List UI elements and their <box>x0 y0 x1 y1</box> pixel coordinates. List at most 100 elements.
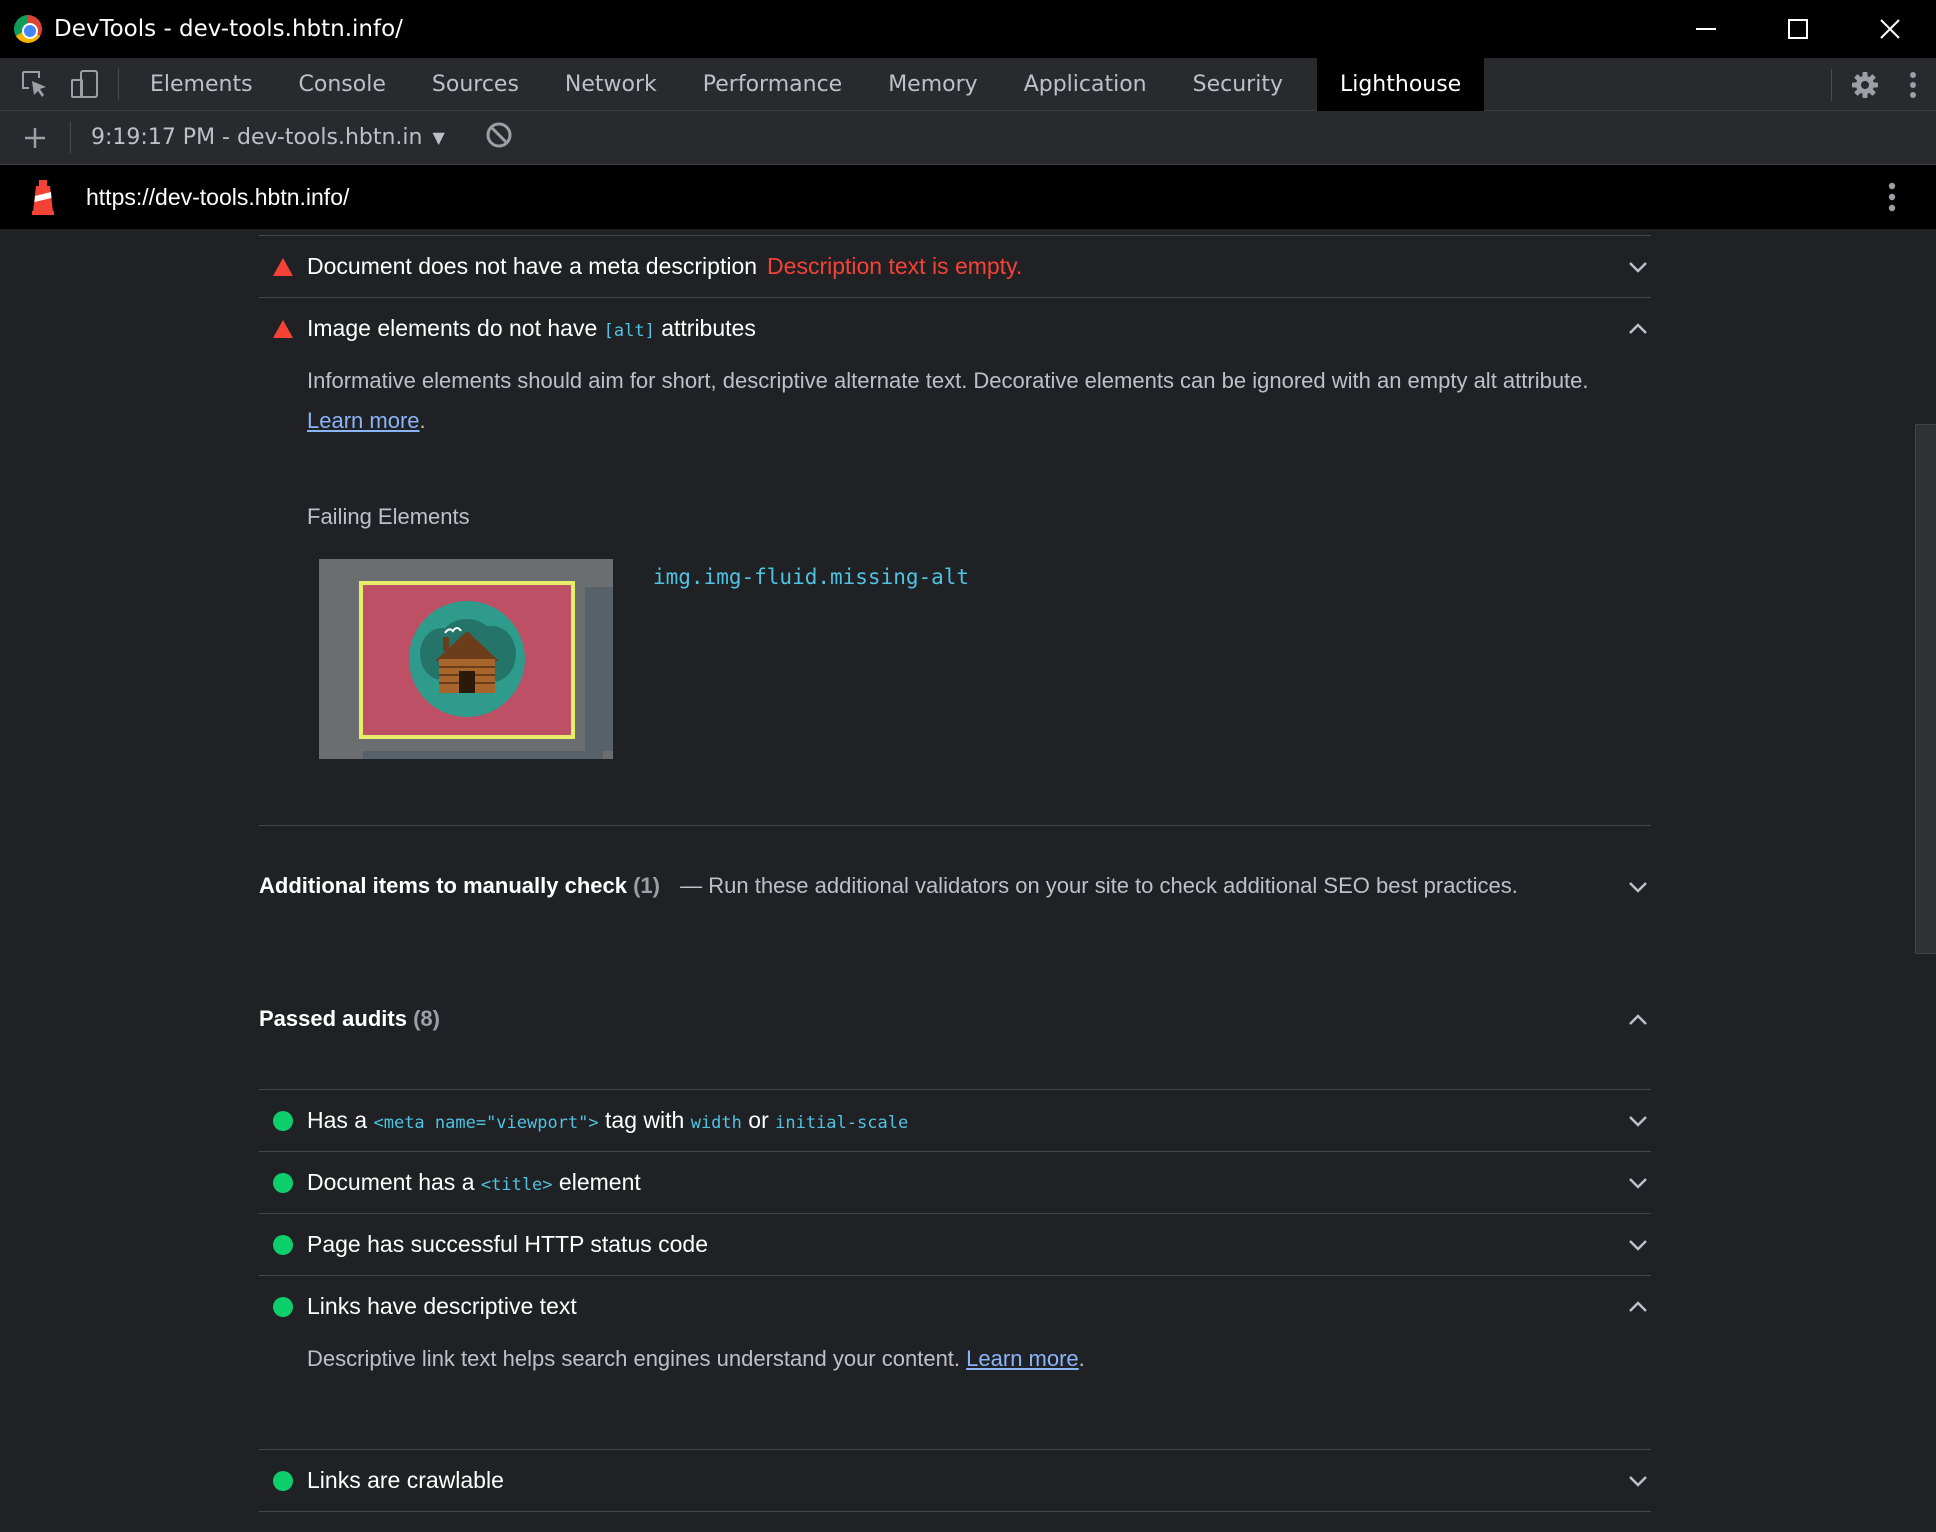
tab-network[interactable]: Network <box>542 58 680 111</box>
audit-title: Links are crawlable <box>307 1467 504 1493</box>
window-title: DevTools - dev-tools.hbtn.info/ <box>54 16 403 42</box>
audit-title: Page has successful HTTP status code <box>307 1231 708 1257</box>
collapse-toggle[interactable] <box>1625 1007 1651 1033</box>
settings-icon <box>1852 71 1878 98</box>
audit-error: Description text is empty. <box>767 253 1023 279</box>
tab-security[interactable]: Security <box>1170 58 1306 111</box>
audit-document-title[interactable]: Document has a <title> element <box>259 1151 1651 1213</box>
audit-image-alt: Image elements do not have [alt] attribu… <box>259 297 1651 825</box>
chevron-down-icon <box>1629 882 1647 893</box>
tab-lighthouse[interactable]: Lighthouse <box>1316 57 1485 111</box>
audit-header[interactable]: Links have descriptive text <box>259 1276 1651 1337</box>
passed-audits-group[interactable]: Passed audits (8) <box>259 975 1651 1089</box>
tab-sources[interactable]: Sources <box>409 58 542 111</box>
pass-icon <box>273 1110 293 1131</box>
lighthouse-toolbar: 9:19:17 PM - dev-tools.hbtn.in ▼ <box>0 111 1936 165</box>
learn-more-link[interactable]: Learn more <box>966 1346 1079 1371</box>
chrome-icon <box>14 15 42 43</box>
code-snippet: width <box>690 1113 742 1133</box>
device-toolbar-button[interactable] <box>60 58 110 111</box>
code-snippet: [alt] <box>603 321 655 341</box>
chevron-down-icon <box>1629 1116 1647 1127</box>
collapse-toggle[interactable] <box>1625 316 1651 342</box>
fail-icon <box>273 257 293 276</box>
expand-toggle[interactable] <box>1625 1468 1651 1494</box>
audit-header[interactable]: Image elements do not have [alt] attribu… <box>259 298 1651 359</box>
tab-memory[interactable]: Memory <box>865 58 1000 111</box>
tab-elements[interactable]: Elements <box>127 58 276 111</box>
kebab-menu-icon <box>1888 182 1896 212</box>
cabin-image <box>409 601 525 717</box>
fail-icon <box>273 319 293 338</box>
expand-toggle[interactable] <box>1625 1232 1651 1258</box>
clear-reports-button[interactable] <box>485 121 513 154</box>
close-button[interactable] <box>1844 0 1936 58</box>
toolbar-divider <box>70 121 71 154</box>
chevron-up-icon <box>1629 323 1647 334</box>
window-title-bar: DevTools - dev-tools.hbtn.info/ <box>0 0 1936 58</box>
kebab-menu-icon <box>1910 71 1916 98</box>
group-description: Run these additional validators on your … <box>708 873 1518 898</box>
failing-elements-label: Failing Elements <box>307 504 470 529</box>
report-selector[interactable]: 9:19:17 PM - dev-tools.hbtn.in ▼ <box>91 125 445 150</box>
seo-category: Document does not have a meta descriptio… <box>259 229 1651 1512</box>
maximize-icon <box>1788 19 1808 39</box>
audit-description: Descriptive link text helps search engin… <box>307 1346 1085 1371</box>
pass-icon <box>273 1470 293 1491</box>
failing-elements-table: img.img-fluid.missing-alt <box>259 559 1651 759</box>
scrollbar-thumb[interactable] <box>1915 424 1936 954</box>
audit-viewport[interactable]: Has a <meta name="viewport"> tag with wi… <box>259 1089 1651 1151</box>
learn-more-link[interactable]: Learn more <box>307 408 420 433</box>
audit-title: Has a <meta name="viewport"> tag with wi… <box>307 1107 909 1133</box>
expand-toggle[interactable] <box>1625 1170 1651 1196</box>
code-snippet: <title> <box>480 1175 553 1195</box>
chevron-down-icon <box>1629 1178 1647 1189</box>
new-report-button[interactable] <box>0 111 70 165</box>
passed-audits-header: Passed audits (8) <box>259 999 1651 1039</box>
audit-title: Image elements do not have [alt] attribu… <box>307 315 756 341</box>
manual-check-header: Additional items to manually check (1) —… <box>259 866 1651 906</box>
audit-meta-description[interactable]: Document does not have a meta descriptio… <box>259 235 1651 297</box>
minimize-icon <box>1696 28 1716 30</box>
report-url-bar: https://dev-tools.hbtn.info/ <box>0 165 1936 229</box>
manual-check-group[interactable]: Additional items to manually check (1) —… <box>259 825 1651 975</box>
expand-toggle[interactable] <box>1625 254 1651 280</box>
group-count: (1) <box>633 873 660 898</box>
lighthouse-icon <box>32 180 54 215</box>
chevron-down-icon <box>1629 1240 1647 1251</box>
expand-toggle[interactable] <box>1625 874 1651 900</box>
more-options-button[interactable] <box>1890 58 1936 111</box>
settings-button[interactable] <box>1840 58 1890 111</box>
audit-crawlable-links[interactable]: Links are crawlable <box>259 1449 1651 1512</box>
pass-icon <box>273 1296 293 1317</box>
report-selector-label: 9:19:17 PM - dev-tools.hbtn.in <box>91 125 423 150</box>
inspect-button[interactable] <box>10 58 60 111</box>
tab-console[interactable]: Console <box>276 58 409 111</box>
chevron-up-icon <box>1629 1301 1647 1312</box>
report-menu-button[interactable] <box>1888 181 1896 218</box>
failing-element-selector: img.img-fluid.missing-alt <box>653 565 970 589</box>
minimize-button[interactable] <box>1660 0 1752 58</box>
chevron-up-icon <box>1629 1014 1647 1025</box>
maximize-button[interactable] <box>1752 0 1844 58</box>
audit-description: Informative elements should aim for shor… <box>307 368 1589 433</box>
report-content: Document does not have a meta descriptio… <box>0 229 1908 1532</box>
pass-icon <box>273 1234 293 1255</box>
report-url: https://dev-tools.hbtn.info/ <box>86 183 350 210</box>
group-count: (8) <box>413 1006 440 1031</box>
dropdown-caret-icon: ▼ <box>432 128 445 147</box>
collapse-toggle[interactable] <box>1625 1294 1651 1320</box>
tab-application[interactable]: Application <box>1001 58 1170 111</box>
chevron-down-icon <box>1629 1476 1647 1487</box>
vertical-scrollbar[interactable] <box>1908 229 1936 1532</box>
audit-http-status[interactable]: Page has successful HTTP status code <box>259 1213 1651 1275</box>
audit-title: Document has a <title> element <box>307 1169 641 1195</box>
expand-toggle[interactable] <box>1625 1108 1651 1134</box>
code-snippet: <meta name="viewport"> <box>373 1113 599 1133</box>
group-title: Additional items to manually check <box>259 873 627 898</box>
group-title: Passed audits <box>259 1006 407 1031</box>
device-toolbar-icon <box>71 70 98 98</box>
close-icon <box>1880 19 1900 39</box>
chevron-down-icon <box>1629 262 1647 273</box>
tab-performance[interactable]: Performance <box>680 58 865 111</box>
